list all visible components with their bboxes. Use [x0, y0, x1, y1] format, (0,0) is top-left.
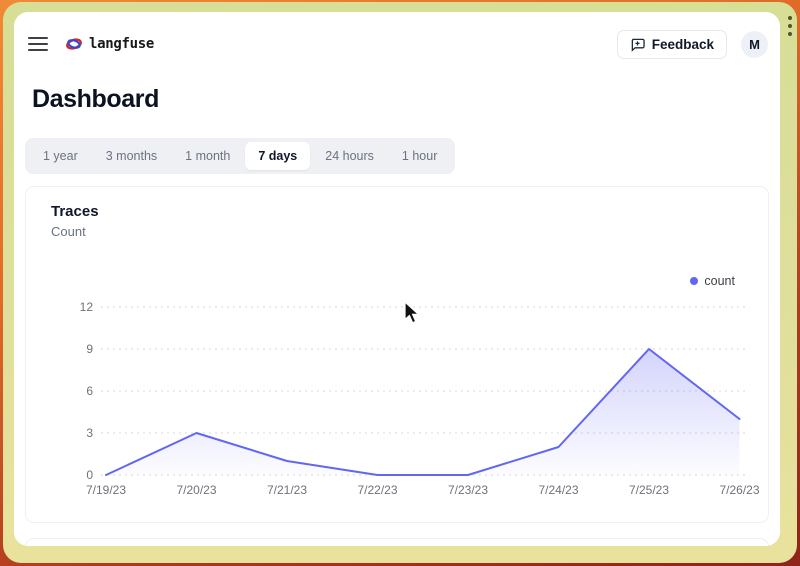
- brand-logo[interactable]: langfuse: [66, 36, 154, 52]
- card-title: Traces: [51, 203, 99, 220]
- hamburger-menu-icon[interactable]: [28, 37, 48, 51]
- tab-1-year[interactable]: 1 year: [30, 142, 91, 170]
- svg-text:7/21/23: 7/21/23: [267, 483, 307, 497]
- tab-7-days[interactable]: 7 days: [245, 142, 310, 170]
- tab-3-months[interactable]: 3 months: [93, 142, 170, 170]
- svg-text:7/26/23: 7/26/23: [719, 483, 759, 497]
- traces-chart-svg[interactable]: 0 3 6 9 12 7/19/23 7/20/23 7/21/23 7/22/23 7/23/2…: [61, 293, 763, 503]
- tab-1-month[interactable]: 1 month: [172, 142, 243, 170]
- page-title: Dashboard: [32, 85, 159, 114]
- avatar-initial: M: [749, 37, 760, 52]
- date-range-tabs: 1 year 3 months 1 month 7 days 24 hours …: [25, 138, 455, 174]
- top-navbar: langfuse Feedback M: [14, 22, 780, 66]
- app-window: langfuse Feedback M Dashboard 1 year 3 m…: [14, 12, 780, 546]
- card-subtitle: Count: [51, 224, 86, 239]
- svg-text:3: 3: [86, 426, 93, 440]
- user-avatar[interactable]: M: [741, 31, 768, 58]
- svg-text:7/23/23: 7/23/23: [448, 483, 488, 497]
- frame-menu-dots-icon: [788, 16, 792, 36]
- svg-text:6: 6: [86, 384, 93, 398]
- legend-dot-icon: [690, 277, 698, 285]
- svg-text:7/25/23: 7/25/23: [629, 483, 669, 497]
- langfuse-knot-icon: [66, 37, 82, 51]
- legend-label: count: [704, 274, 735, 288]
- svg-text:7/22/23: 7/22/23: [357, 483, 397, 497]
- brand-name: langfuse: [89, 36, 154, 52]
- traces-card: Traces Count count 0 3 6 9 12 7/19/23 7/20/23 7…: [25, 186, 769, 523]
- tab-24-hours[interactable]: 24 hours: [312, 142, 387, 170]
- svg-text:9: 9: [86, 342, 93, 356]
- svg-text:7/19/23: 7/19/23: [86, 483, 126, 497]
- message-plus-icon: [630, 37, 645, 52]
- feedback-button[interactable]: Feedback: [617, 30, 727, 59]
- chart-legend: count: [690, 274, 735, 288]
- feedback-label: Feedback: [652, 37, 714, 52]
- next-card-partial: [25, 538, 769, 546]
- svg-text:7/20/23: 7/20/23: [176, 483, 216, 497]
- tab-1-hour[interactable]: 1 hour: [389, 142, 450, 170]
- svg-text:7/24/23: 7/24/23: [538, 483, 578, 497]
- svg-text:12: 12: [80, 300, 94, 314]
- traces-chart[interactable]: 0 3 6 9 12 7/19/23 7/20/23 7/21/23 7/22/23 7/23/2…: [61, 293, 763, 503]
- svg-text:0: 0: [86, 468, 93, 482]
